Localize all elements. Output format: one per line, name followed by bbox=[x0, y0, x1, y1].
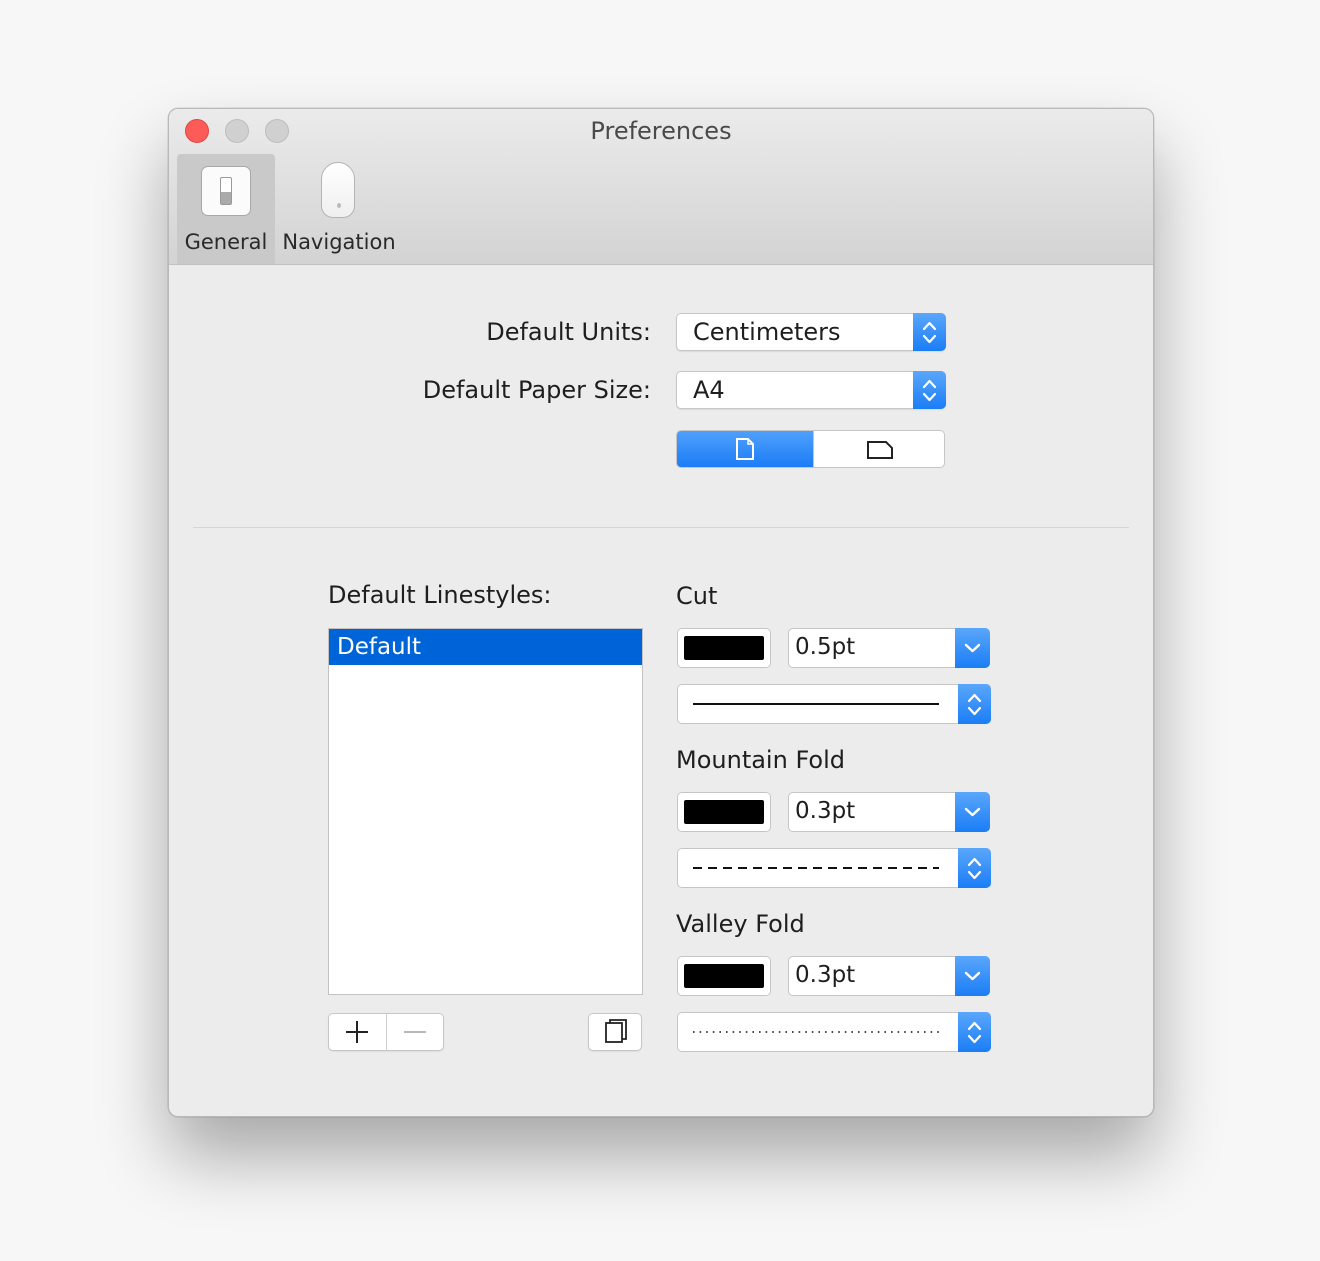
toolbar-item-navigation[interactable]: Navigation bbox=[281, 154, 397, 264]
default-units-value: Centimeters bbox=[693, 318, 841, 346]
updown-chevron-icon bbox=[958, 684, 991, 724]
default-units-label: Default Units: bbox=[486, 318, 651, 346]
default-paper-size-popup[interactable]: A4 bbox=[676, 371, 946, 409]
duplicate-icon bbox=[605, 1019, 627, 1043]
general-switch-icon bbox=[201, 166, 251, 216]
cut-color-well[interactable] bbox=[677, 628, 771, 668]
dashed-line-sample bbox=[693, 867, 939, 869]
default-linestyles-label: Default Linestyles: bbox=[328, 581, 552, 609]
default-paper-size-label: Default Paper Size: bbox=[422, 376, 651, 404]
valley-fold-width-combobox[interactable]: 0.3pt bbox=[788, 956, 990, 996]
chevron-down-icon[interactable] bbox=[955, 956, 990, 996]
valley-fold-color-fill bbox=[684, 964, 764, 988]
valley-fold-width-value: 0.3pt bbox=[795, 962, 856, 988]
list-item[interactable]: Default bbox=[329, 629, 642, 665]
list-item-label: Default bbox=[337, 634, 422, 660]
linestyles-list[interactable]: Default bbox=[328, 628, 643, 995]
updown-chevron-icon bbox=[958, 1012, 991, 1052]
cut-pattern-popup[interactable] bbox=[677, 684, 991, 724]
valley-fold-color-well[interactable] bbox=[677, 956, 771, 996]
cut-color-fill bbox=[684, 636, 764, 660]
preferences-window: Preferences General Navigation Default U… bbox=[168, 108, 1154, 1117]
section-divider bbox=[193, 527, 1129, 528]
duplicate-linestyle-button[interactable] bbox=[588, 1013, 642, 1051]
mountain-fold-label: Mountain Fold bbox=[676, 746, 845, 774]
window-title: Preferences bbox=[590, 117, 732, 145]
mountain-fold-width-combobox[interactable]: 0.3pt bbox=[788, 792, 990, 832]
valley-fold-label: Valley Fold bbox=[676, 910, 805, 938]
landscape-page-icon bbox=[867, 441, 893, 459]
mountain-fold-color-fill bbox=[684, 800, 764, 824]
titlebar: Preferences General Navigation bbox=[169, 109, 1153, 265]
toolbar-item-general[interactable]: General bbox=[177, 154, 275, 264]
toolbar-item-general-label: General bbox=[184, 230, 268, 254]
mountain-fold-color-well[interactable] bbox=[677, 792, 771, 832]
chevron-down-icon[interactable] bbox=[955, 792, 990, 832]
add-linestyle-button[interactable] bbox=[329, 1014, 386, 1050]
cut-width-value: 0.5pt bbox=[795, 634, 856, 660]
portrait-orientation-button[interactable] bbox=[677, 431, 813, 467]
chevron-down-icon[interactable] bbox=[955, 628, 990, 668]
dotted-line-sample bbox=[693, 1031, 939, 1033]
mountain-fold-pattern-popup[interactable] bbox=[677, 848, 991, 888]
updown-chevron-icon bbox=[913, 313, 946, 351]
orientation-segmented-control bbox=[676, 430, 945, 468]
cut-label: Cut bbox=[676, 582, 718, 610]
portrait-page-icon bbox=[736, 438, 754, 460]
remove-linestyle-button[interactable] bbox=[387, 1014, 443, 1050]
mountain-fold-width-value: 0.3pt bbox=[795, 798, 856, 824]
cut-width-combobox[interactable]: 0.5pt bbox=[788, 628, 990, 668]
mouse-icon bbox=[321, 162, 355, 218]
solid-line-sample bbox=[693, 703, 939, 705]
valley-fold-pattern-popup[interactable] bbox=[677, 1012, 991, 1052]
updown-chevron-icon bbox=[913, 371, 946, 409]
default-paper-size-value: A4 bbox=[693, 376, 725, 404]
plus-icon bbox=[346, 1021, 368, 1043]
default-units-popup[interactable]: Centimeters bbox=[676, 313, 946, 351]
updown-chevron-icon bbox=[958, 848, 991, 888]
minus-icon bbox=[404, 1031, 426, 1033]
add-remove-button-group bbox=[328, 1013, 444, 1051]
landscape-orientation-button[interactable] bbox=[813, 431, 944, 467]
toolbar-item-navigation-label: Navigation bbox=[282, 230, 396, 254]
